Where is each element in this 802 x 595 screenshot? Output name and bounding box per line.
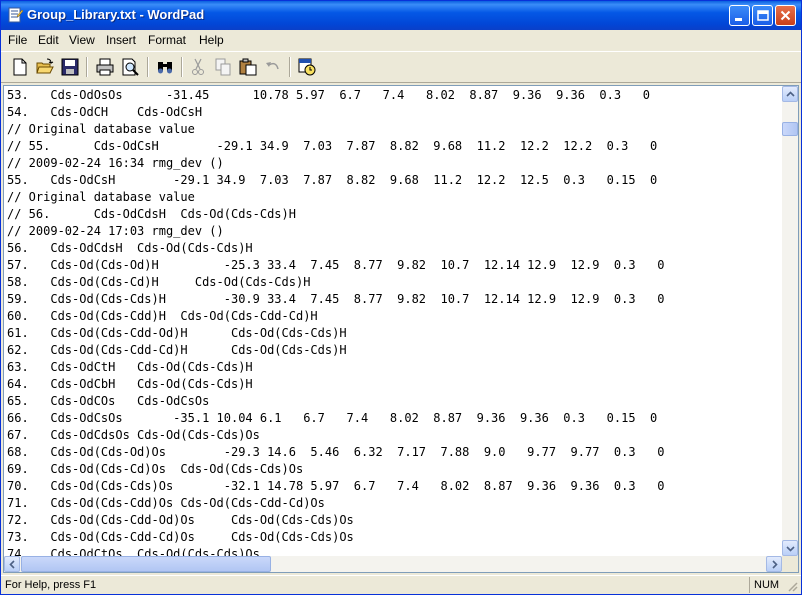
vertical-scrollbar[interactable] [782,86,798,556]
document-line: // 2009-02-24 17:03 rmg_dev () [7,224,224,238]
toolbar-separator [147,57,149,77]
document-line: 74. Cds-OdCtOs Cds-Od(Cds-Cds)Os [7,547,260,556]
cut-button[interactable] [187,56,209,78]
menu-insert[interactable]: Insert [106,33,136,47]
document-line: 73. Cds-Od(Cds-Cdd-Cd)Os Cds-Od(Cds-Cds)… [7,530,354,544]
undo-icon [266,62,279,70]
document-line: 62. Cds-Od(Cds-Cdd-Cd)H Cds-Od(Cds-Cds)H [7,343,347,357]
vertical-scroll-thumb[interactable] [782,122,798,136]
document-text-area[interactable]: 53. Cds-OdOsOs -31.45 10.78 5.97 6.7 7.4… [4,86,782,556]
document-line: 71. Cds-Od(Cds-Cdd)Os Cds-Od(Cds-Cdd-Cd)… [7,496,325,510]
arrow-left-icon [9,560,15,569]
paste-icon [239,58,257,76]
scrollbar-corner [782,556,798,572]
document-line: // 2009-02-24 16:34 rmg_dev () [7,156,224,170]
copy-icon [215,58,231,76]
save-icon [61,58,79,76]
document-editor[interactable]: 53. Cds-OdOsOs -31.45 10.78 5.97 6.7 7.4… [3,85,799,573]
toolbar-separator [181,57,183,77]
scroll-up-button[interactable] [782,86,798,102]
menu-bar: File Edit View Insert Format Help [1,30,801,50]
document-line: 60. Cds-Od(Cds-Cdd)H Cds-Od(Cds-Cdd-Cd)H [7,309,318,323]
menu-edit[interactable]: Edit [38,33,59,47]
document-line: 69. Cds-Od(Cds-Cd)Os Cds-Od(Cds-Cds)Os [7,462,304,476]
scroll-right-button[interactable] [766,556,782,572]
minimize-icon [735,18,742,21]
menu-format[interactable]: Format [148,33,186,47]
close-button[interactable] [775,5,796,26]
toolbar-separator [86,57,88,77]
document-line: 53. Cds-OdOsOs -31.45 10.78 5.97 6.7 7.4… [7,88,650,102]
document-line: 56. Cds-OdCdsH Cds-Od(Cds-Cds)H [7,241,253,255]
new-button[interactable] [9,56,31,78]
open-icon [36,58,54,74]
menu-help[interactable]: Help [199,33,224,47]
menu-file[interactable]: File [8,33,27,47]
save-button[interactable] [59,56,81,78]
paste-button[interactable] [237,56,259,78]
title-bar[interactable]: Group_Library.txt - WordPad [1,1,801,30]
wordpad-app-icon[interactable] [7,7,24,23]
document-line: 72. Cds-Od(Cds-Cdd-Od)Os Cds-Od(Cds-Cds)… [7,513,354,527]
document-line: 70. Cds-Od(Cds-Cds)Os -32.1 14.78 5.97 6… [7,479,665,493]
arrow-up-icon [786,91,795,97]
document-line: // Original database value [7,122,195,136]
wordpad-window: Group_Library.txt - WordPad File Edit Vi… [0,0,802,595]
open-button[interactable] [34,56,56,78]
copy-button[interactable] [212,56,234,78]
toolbar [1,51,801,83]
document-line: 65. Cds-OdCOs Cds-OdCsOs [7,394,210,408]
new-icon [13,58,27,76]
document-line: 57. Cds-Od(Cds-Od)H -25.3 33.4 7.45 8.77… [7,258,665,272]
date-time-button[interactable] [296,56,318,78]
maximize-icon [757,10,769,21]
print-button[interactable] [94,56,116,78]
print-icon [96,58,114,76]
document-line: 55. Cds-OdCsH -29.1 34.9 7.03 7.87 8.82 … [7,173,658,187]
date-time-icon [298,58,316,76]
horizontal-scrollbar[interactable] [4,556,782,572]
cut-icon [192,58,204,75]
scroll-down-button[interactable] [782,540,798,556]
find-button[interactable] [154,56,176,78]
resize-grip-icon[interactable] [786,580,798,592]
num-lock-pane: NUM [749,577,800,593]
document-line: 54. Cds-OdCH Cds-OdCsH [7,105,203,119]
document-line: 58. Cds-Od(Cds-Cd)H Cds-Od(Cds-Cds)H [7,275,311,289]
document-line: 68. Cds-Od(Cds-Od)Os -29.3 14.6 5.46 6.3… [7,445,665,459]
window-title: Group_Library.txt - WordPad [27,7,205,22]
horizontal-scroll-thumb[interactable] [21,556,271,572]
close-icon [780,10,791,21]
scroll-left-button[interactable] [4,556,20,572]
document-line: 63. Cds-OdCtH Cds-Od(Cds-Cds)H [7,360,253,374]
arrow-down-icon [786,546,795,552]
toolbar-separator [289,57,291,77]
undo-button[interactable] [262,56,284,78]
status-help-text: For Help, press F1 [5,579,97,591]
arrow-right-icon [772,560,778,569]
find-icon [158,62,172,74]
document-line: 59. Cds-Od(Cds-Cds)H -30.9 33.4 7.45 8.7… [7,292,665,306]
print-preview-button[interactable] [119,56,141,78]
document-line: 66. Cds-OdCsOs -35.1 10.04 6.1 6.7 7.4 8… [7,411,658,425]
print-preview-icon [122,58,139,76]
num-lock-indicator: NUM [754,579,780,591]
document-line: 67. Cds-OdCdsOs Cds-Od(Cds-Cds)Os [7,428,260,442]
document-line: // 56. Cds-OdCdsH Cds-Od(Cds-Cds)H [7,207,296,221]
document-line: 64. Cds-OdCbH Cds-Od(Cds-Cds)H [7,377,253,391]
menu-view[interactable]: View [69,33,95,47]
document-line: // 55. Cds-OdCsH -29.1 34.9 7.03 7.87 8.… [7,139,658,153]
document-line: 61. Cds-Od(Cds-Cdd-Od)H Cds-Od(Cds-Cds)H [7,326,347,340]
document-line: // Original database value [7,190,195,204]
status-bar: For Help, press F1 NUM [1,575,801,594]
maximize-button[interactable] [752,5,773,26]
minimize-button[interactable] [729,5,750,26]
